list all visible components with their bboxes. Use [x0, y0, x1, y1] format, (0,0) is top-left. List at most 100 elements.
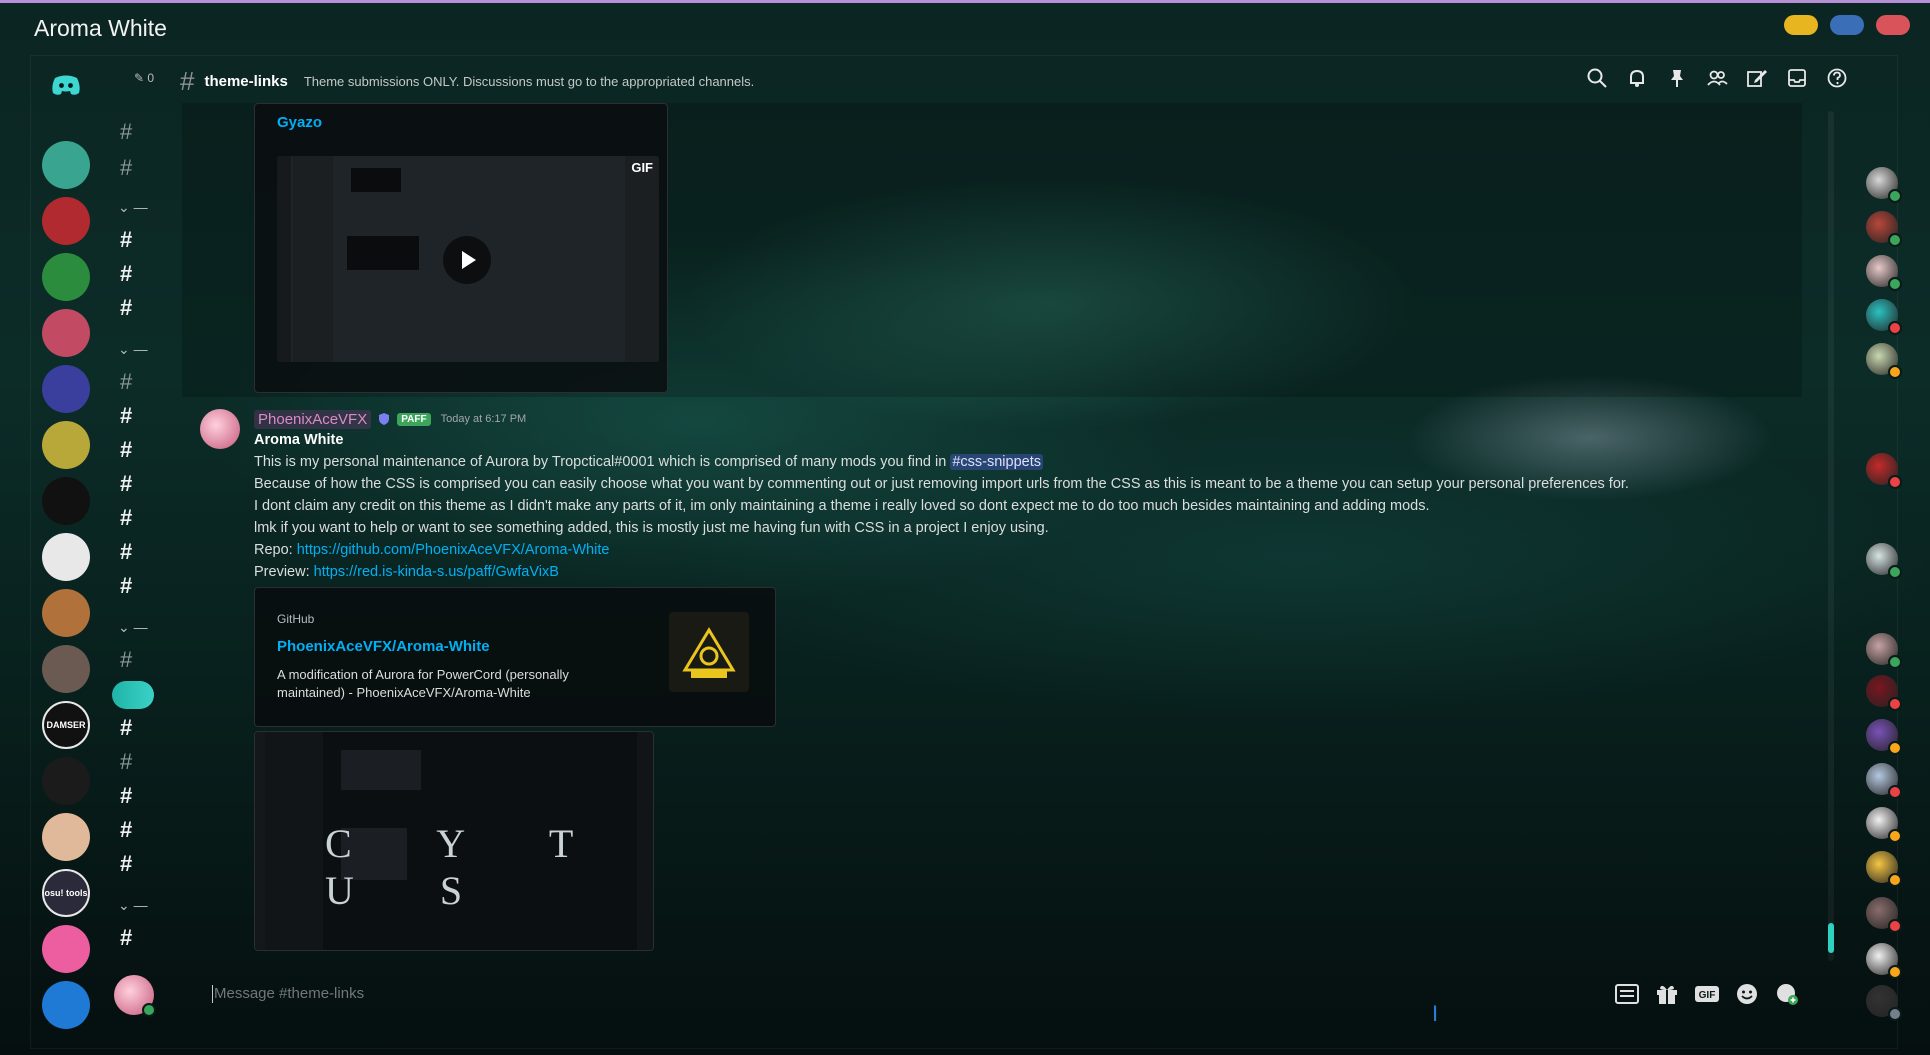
screenshot-embed [341, 750, 421, 790]
channel-item[interactable]: # [120, 647, 132, 673]
help-icon[interactable] [1826, 67, 1848, 89]
server-icon[interactable] [42, 197, 90, 245]
server-icon[interactable] [42, 141, 90, 189]
embed-provider[interactable]: Gyazo [277, 114, 322, 131]
channel-topic[interactable]: Theme submissions ONLY. Discussions must… [304, 74, 754, 89]
mention-count: 0 [147, 71, 155, 85]
channel-item[interactable]: # [120, 471, 132, 497]
composer-toolbar: GIF [1614, 981, 1800, 1007]
channel-item-selected[interactable] [112, 681, 154, 709]
embed-description: A modification of Aurora for PowerCord (… [277, 667, 569, 700]
category-collapse[interactable]: ⌄ — [118, 897, 148, 914]
channel-item[interactable]: # [120, 749, 132, 775]
list-icon[interactable] [1614, 981, 1640, 1007]
message-input[interactable]: Message #theme-links [214, 985, 364, 1002]
category-collapse[interactable]: ⌄ — [118, 341, 148, 358]
server-icon[interactable] [42, 253, 90, 301]
gif-preview[interactable]: GIF [277, 156, 659, 362]
channel-item[interactable]: # [120, 715, 132, 741]
play-icon[interactable] [443, 236, 491, 284]
bell-icon[interactable] [1626, 67, 1648, 89]
message-timestamp: Today at 6:17 PM [440, 413, 527, 425]
server-icon[interactable] [42, 421, 90, 469]
server-icon[interactable]: osu! tools [42, 869, 90, 917]
channel-item[interactable]: # [120, 261, 132, 287]
maximize-button[interactable] [1830, 15, 1864, 35]
channel-item[interactable]: # [120, 403, 132, 429]
server-icon[interactable] [42, 645, 90, 693]
channel-item[interactable]: # [120, 505, 132, 531]
status-indicator-icon [1888, 1007, 1902, 1021]
channel-item[interactable]: # [120, 925, 132, 951]
channel-item[interactable]: # [120, 369, 132, 395]
message-line: Because of how the CSS is comprised you … [254, 476, 1629, 492]
status-indicator-icon [1888, 965, 1902, 979]
channel-item[interactable]: # [120, 119, 132, 145]
channel-item[interactable]: # [120, 227, 132, 253]
gif-sidebar [277, 156, 291, 362]
channel-item[interactable]: # [120, 539, 132, 565]
server-icon[interactable] [42, 925, 90, 973]
online-status-icon [142, 1003, 156, 1017]
mouse-ibeam-cursor: I [1432, 1001, 1439, 1026]
search-icon[interactable] [1586, 67, 1608, 89]
image-attachment[interactable]: C Y T U S [254, 731, 654, 951]
status-indicator-icon [1888, 873, 1902, 887]
scrollbar-thumb[interactable] [1828, 923, 1834, 953]
inbox-icon[interactable] [1786, 67, 1808, 89]
channel-item[interactable]: # [120, 783, 132, 809]
repo-link[interactable]: https://github.com/PhoenixAceVFX/Aroma-W… [297, 542, 610, 558]
members-icon[interactable] [1706, 67, 1728, 89]
preview-link[interactable]: https://red.is-kinda-s.us/paff/GwfaVixB [314, 564, 559, 580]
message-composer[interactable]: Message #theme-links GIF [200, 975, 1800, 1013]
mention-icon[interactable]: ✎ 0 [134, 71, 154, 85]
pin-icon[interactable] [1666, 67, 1688, 89]
server-icon[interactable] [42, 981, 90, 1029]
channel-item[interactable]: # [120, 155, 132, 181]
embed-title[interactable]: PhoenixAceVFX/Aroma-White [277, 638, 490, 655]
embed-thumbnail[interactable] [669, 612, 749, 692]
message-scrollbar[interactable] [1828, 111, 1834, 961]
server-icon[interactable] [42, 365, 90, 413]
channel-list: # # ⌄ — # # # ⌄ — # # # # # # # ⌄ — # # … [110, 103, 160, 1043]
server-icon[interactable] [42, 757, 90, 805]
channel-mention[interactable]: #css-snippets [950, 454, 1043, 470]
sticker-icon[interactable] [1774, 981, 1800, 1007]
server-icon[interactable] [42, 813, 90, 861]
message-line: This is my personal maintenance of Auror… [254, 451, 1754, 473]
edit-icon[interactable] [1746, 67, 1768, 89]
window-title: Aroma White [34, 15, 167, 41]
member-list [1862, 163, 1908, 1043]
category-collapse[interactable]: ⌄ — [118, 619, 148, 636]
status-indicator-icon [1888, 785, 1902, 799]
channel-item[interactable]: # [120, 437, 132, 463]
server-list: DAMSER osu! tools [34, 59, 98, 1039]
screenshot-overlay-text: C Y T U S [325, 821, 611, 913]
server-icon[interactable] [42, 533, 90, 581]
author-name[interactable]: PhoenixAceVFX [254, 409, 372, 429]
category-collapse[interactable]: ⌄ — [118, 199, 148, 216]
header-toolbar [1586, 67, 1848, 89]
gif-icon[interactable]: GIF [1694, 981, 1720, 1007]
server-icon[interactable] [42, 477, 90, 525]
channel-item[interactable]: # [120, 295, 132, 321]
server-icon[interactable] [42, 309, 90, 357]
gif-badge: GIF [631, 160, 653, 175]
gif-embed [347, 236, 419, 270]
message-text: This is my personal maintenance of Auror… [254, 454, 951, 470]
status-indicator-icon [1888, 233, 1902, 247]
channel-item[interactable]: # [120, 573, 132, 599]
emoji-icon[interactable] [1734, 981, 1760, 1007]
close-button[interactable] [1876, 15, 1910, 35]
window-controls [1784, 15, 1910, 35]
minimize-button[interactable] [1784, 15, 1818, 35]
status-indicator-icon [1888, 365, 1902, 379]
channel-item[interactable]: # [120, 851, 132, 877]
server-icon[interactable] [42, 589, 90, 637]
home-button[interactable] [42, 61, 90, 109]
channel-item[interactable]: # [120, 817, 132, 843]
gift-icon[interactable] [1654, 981, 1680, 1007]
server-icon[interactable]: DAMSER [42, 701, 90, 749]
gif-icon-label: GIF [1699, 990, 1716, 1001]
author-avatar[interactable] [200, 409, 240, 449]
